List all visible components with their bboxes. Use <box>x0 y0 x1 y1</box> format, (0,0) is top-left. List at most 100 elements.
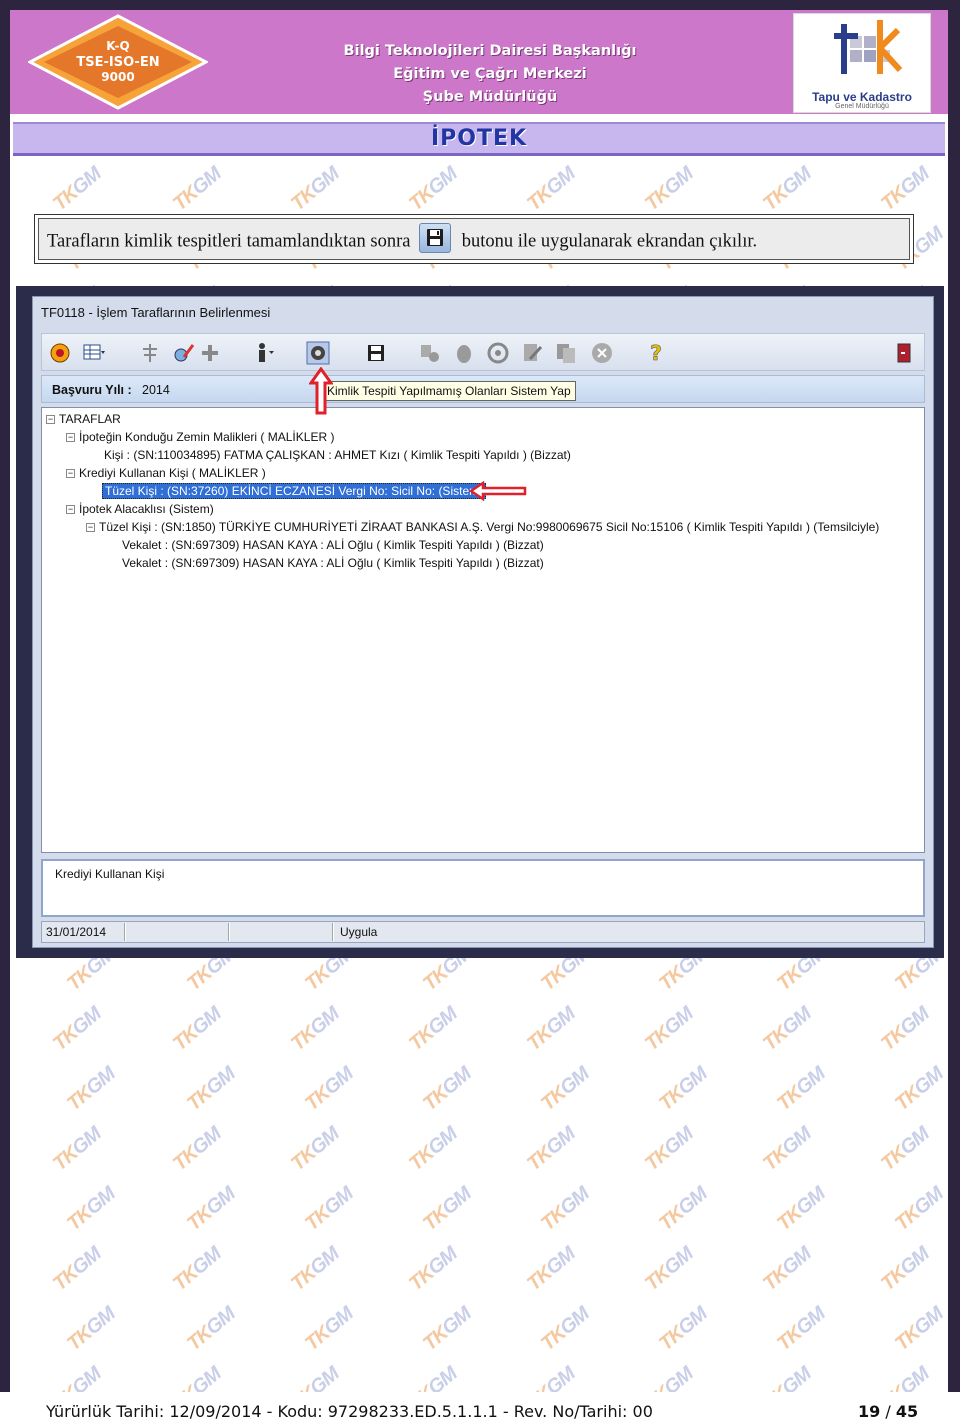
copy-icon[interactable] <box>554 341 578 365</box>
page-separator: / <box>880 1402 896 1421</box>
watermark-text: TKGM <box>405 1003 462 1056</box>
watermark-text: TKGM <box>523 1123 580 1176</box>
watermark-text: TKGM <box>169 1003 226 1056</box>
watermark-text: TKGM <box>877 1003 934 1056</box>
exit-icon[interactable] <box>892 341 916 365</box>
save-icon[interactable] <box>364 341 388 365</box>
basvuru-yili-value[interactable]: 2014 <box>142 383 170 397</box>
tree-node-ziraat-bankasi[interactable]: − Tüzel Kişi : (SN:1850) TÜRKİYE CUMHURİY… <box>86 520 879 534</box>
watermark-text: TKGM <box>63 1183 120 1236</box>
page: TKGM TKGM TKGM TKGM TKGM TKGM TKGM TKGM TKGM TKGM… <box>0 0 960 1426</box>
certificate-logo-line: TSE-ISO-EN <box>76 55 159 70</box>
cancel-icon[interactable] <box>590 341 614 365</box>
watermark-text: TKGM <box>537 1303 594 1356</box>
grid-menu-icon[interactable] <box>82 341 106 365</box>
watermark-text: TKGM <box>891 1303 948 1356</box>
watermark-text: TKGM <box>405 1123 462 1176</box>
watermark-text: TKGM <box>169 1363 226 1392</box>
watermark-text: TKGM <box>49 163 106 216</box>
watermark-text: TKGM <box>49 1123 106 1176</box>
gear-icon[interactable] <box>306 341 330 365</box>
basvuru-yili-label: Başvuru Yılı : <box>52 383 132 397</box>
edit-icon[interactable] <box>172 341 196 365</box>
tree-node-tuzel-kisi-selected[interactable]: Tüzel Kişi : (SN:37260) EKİNCİ ECZANESİ … <box>102 483 487 499</box>
tree-node-vekalet-2[interactable]: Vekalet : (SN:697309) HASAN KAYA : ALİ O… <box>122 556 544 570</box>
watermark-text: TKGM <box>641 1003 698 1056</box>
toolbar: ? <box>41 333 925 371</box>
app-window: TF0118 - İşlem Taraflarının Belirlenmesi <box>32 296 934 948</box>
tree-node-ipotek-alacaklisi[interactable]: − İpotek Alacaklısı (Sistem) <box>66 502 214 516</box>
tree-icon[interactable] <box>138 341 162 365</box>
watermark-text: TKGM <box>773 1303 830 1356</box>
watermark-text: TKGM <box>655 1183 712 1236</box>
refresh-icon[interactable] <box>486 341 510 365</box>
watermark-text: TKGM <box>877 1243 934 1296</box>
document-footer: Yürürlük Tarihi: 12/09/2014 - Kodu: 9729… <box>0 1392 960 1426</box>
tree-node-kisi[interactable]: Kişi : (SN:110034895) FATMA ÇALIŞKAN : A… <box>104 448 571 462</box>
header-line-2: Eğitim ve Çağrı Merkezi <box>393 66 587 82</box>
section-title-band: İPOTEK <box>13 122 945 156</box>
floppy-disk-icon <box>419 223 452 253</box>
watermark-text: TKGM <box>419 1303 476 1356</box>
watermark-text: TKGM <box>773 1063 830 1116</box>
transfer-icon[interactable] <box>418 341 442 365</box>
tree-node-malikler[interactable]: − İpoteğin Konduğu Zemin Malikleri ( MALİ… <box>66 430 334 444</box>
watermark-text: TKGM <box>523 163 580 216</box>
watermark-text: TKGM <box>419 1183 476 1236</box>
watermark-text: TKGM <box>759 1363 816 1392</box>
bottom-panel-label: Krediyi Kullanan Kişi <box>55 867 165 881</box>
watermark-text: TKGM <box>523 1363 580 1392</box>
watermark-text: TKGM <box>169 1243 226 1296</box>
watermark-text: TKGM <box>63 1303 120 1356</box>
tree-node-krediyi-kullanan[interactable]: − Krediyi Kullanan Kişi ( MALİKLER ) <box>66 466 266 480</box>
document-edit-icon[interactable] <box>520 341 544 365</box>
application-screenshot: TF0118 - İşlem Taraflarının Belirlenmesi <box>16 286 944 958</box>
watermark-text: TKGM <box>891 1183 948 1236</box>
tree-node-root[interactable]: − TARAFLAR <box>46 412 121 426</box>
watermark-text: TKGM <box>301 1303 358 1356</box>
watermark-text: TKGM <box>169 1123 226 1176</box>
help-icon[interactable]: ? <box>644 341 668 365</box>
watermark-text: TKGM <box>419 1063 476 1116</box>
watermark-text: TKGM <box>877 1123 934 1176</box>
watermark-text: TKGM <box>655 1303 712 1356</box>
watermark-text: TKGM <box>759 1003 816 1056</box>
header-line-3: Şube Müdürlüğü <box>422 89 558 105</box>
tree-node-vekalet-1[interactable]: Vekalet : (SN:697309) HASAN KAYA : ALİ O… <box>122 538 544 552</box>
watermark-text: TKGM <box>759 1123 816 1176</box>
watermark-text: TKGM <box>891 1063 948 1116</box>
watermark-text: TKGM <box>301 1063 358 1116</box>
watermark-text: TKGM <box>523 1243 580 1296</box>
page-current: 19 <box>858 1402 881 1421</box>
tk-logo-mark-icon <box>834 20 903 74</box>
watermark-text: TKGM <box>877 1363 934 1392</box>
add-icon[interactable] <box>198 341 222 365</box>
status-action: Uygula <box>340 925 378 939</box>
watermark-text: TKGM <box>301 1183 358 1236</box>
bottom-info-panel: Krediyi Kullanan Kişi <box>41 859 925 917</box>
watermark-text: TKGM <box>287 1123 344 1176</box>
watermark-text: TKGM <box>405 1363 462 1392</box>
watermark-text: TKGM <box>183 1303 240 1356</box>
section-title: İPOTEK <box>430 126 528 151</box>
watermark-text: TKGM <box>641 1123 698 1176</box>
watermark-text: TKGM <box>759 163 816 216</box>
watermark-text: TKGM <box>523 1003 580 1056</box>
watermark-text: TKGM <box>63 1063 120 1116</box>
certificate-logo-line: K-Q <box>106 39 129 53</box>
footer-meta: Yürürlük Tarihi: 12/09/2014 - Kodu: 9729… <box>46 1402 653 1421</box>
hand-icon[interactable] <box>452 341 476 365</box>
watermark-text: TKGM <box>759 1243 816 1296</box>
document-header: K-Q TSE-ISO-EN 9000 Bilgi Teknolojileri … <box>10 10 948 114</box>
svg-text:?: ? <box>650 341 662 365</box>
overview-icon[interactable] <box>48 341 72 365</box>
watermark-text: TKGM <box>641 163 698 216</box>
watermark-text: TKGM <box>773 1183 830 1236</box>
person-menu-icon[interactable] <box>252 341 276 365</box>
watermark-text: TKGM <box>287 163 344 216</box>
tk-logo-subtitle: Genel Müdürlüğü <box>835 103 889 110</box>
watermark-text: TKGM <box>169 163 226 216</box>
quality-certificate-logo: K-Q TSE-ISO-EN 9000 <box>28 14 208 110</box>
watermark-text: TKGM <box>49 1363 106 1392</box>
watermark-text: TKGM <box>49 1003 106 1056</box>
